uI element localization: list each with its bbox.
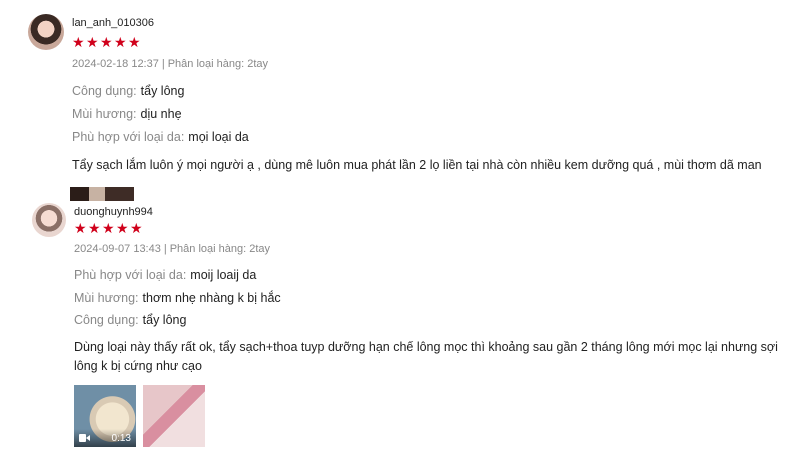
star-icon: ★ bbox=[100, 35, 113, 51]
attribute-value: tẩy lông bbox=[140, 84, 185, 98]
meta-separator: | bbox=[163, 243, 167, 255]
attribute-value: tẩy lông bbox=[142, 313, 187, 327]
review-date: 2024-09-07 13:43 bbox=[74, 243, 161, 255]
star-icon: ★ bbox=[114, 35, 127, 51]
star-icon: ★ bbox=[128, 35, 141, 51]
review-comment: Dùng loại này thấy rất ok, tẩy sạch+thoa… bbox=[74, 340, 778, 373]
attribute-value: mọi loại da bbox=[188, 130, 249, 144]
review-attribute: Công dụng: tẩy lông bbox=[74, 313, 186, 327]
attribute-value: dịu nhẹ bbox=[140, 107, 182, 121]
star-icon: ★ bbox=[74, 221, 87, 237]
review-media-thumbnail[interactable] bbox=[70, 187, 134, 201]
video-overlay: 0:13 bbox=[74, 429, 136, 447]
review-attribute: Mùi hương: dịu nhẹ bbox=[72, 107, 182, 121]
meta-separator: | bbox=[161, 58, 165, 70]
review-comment: Tẩy sạch lắm luôn ý mọi người ạ , dùng m… bbox=[72, 158, 762, 172]
star-icon: ★ bbox=[102, 221, 115, 237]
review-meta: 2024-02-18 12:37 | Phân loại hàng: 2tay bbox=[72, 58, 268, 70]
star-icon: ★ bbox=[130, 221, 143, 237]
review-attribute: Phù hợp với loại da: mọi loại da bbox=[72, 130, 249, 144]
star-icon: ★ bbox=[116, 221, 129, 237]
attribute-key: Công dụng: bbox=[74, 313, 139, 327]
attribute-key: Phù hợp với loại da: bbox=[74, 268, 187, 282]
variant-label: Phân loại hàng: 2tay bbox=[169, 243, 271, 255]
review-video-thumbnail[interactable]: 0:13 bbox=[74, 385, 136, 447]
variant-label: Phân loại hàng: 2tay bbox=[167, 58, 269, 70]
review-attribute: Phù hợp với loại da: moij loaij da bbox=[74, 268, 256, 282]
review-image-thumbnail[interactable] bbox=[143, 385, 205, 447]
attribute-key: Mùi hương: bbox=[74, 291, 139, 305]
attribute-value: thơm nhẹ nhàng k bị hắc bbox=[142, 291, 281, 305]
video-camera-icon bbox=[79, 434, 90, 442]
reviewer-username[interactable]: duonghuynh994 bbox=[74, 206, 153, 218]
star-icon: ★ bbox=[88, 221, 101, 237]
attribute-key: Phù hợp với loại da: bbox=[72, 130, 185, 144]
avatar[interactable] bbox=[28, 14, 64, 50]
review-attribute: Mùi hương: thơm nhẹ nhàng k bị hắc bbox=[74, 291, 281, 305]
attribute-value: moij loaij da bbox=[190, 268, 257, 282]
attribute-key: Công dụng: bbox=[72, 84, 137, 98]
review-date: 2024-02-18 12:37 bbox=[72, 58, 159, 70]
attribute-key: Mùi hương: bbox=[72, 107, 137, 121]
star-icon: ★ bbox=[72, 35, 85, 51]
star-icon: ★ bbox=[86, 35, 99, 51]
avatar[interactable] bbox=[32, 203, 66, 237]
reviewer-username[interactable]: lan_anh_010306 bbox=[72, 17, 154, 29]
review-attribute: Công dụng: tẩy lông bbox=[72, 84, 184, 98]
star-rating: ★ ★ ★ ★ ★ bbox=[74, 221, 143, 237]
video-duration: 0:13 bbox=[111, 432, 131, 444]
star-rating: ★ ★ ★ ★ ★ bbox=[72, 35, 141, 51]
review-meta: 2024-09-07 13:43 | Phân loại hàng: 2tay bbox=[74, 243, 270, 255]
